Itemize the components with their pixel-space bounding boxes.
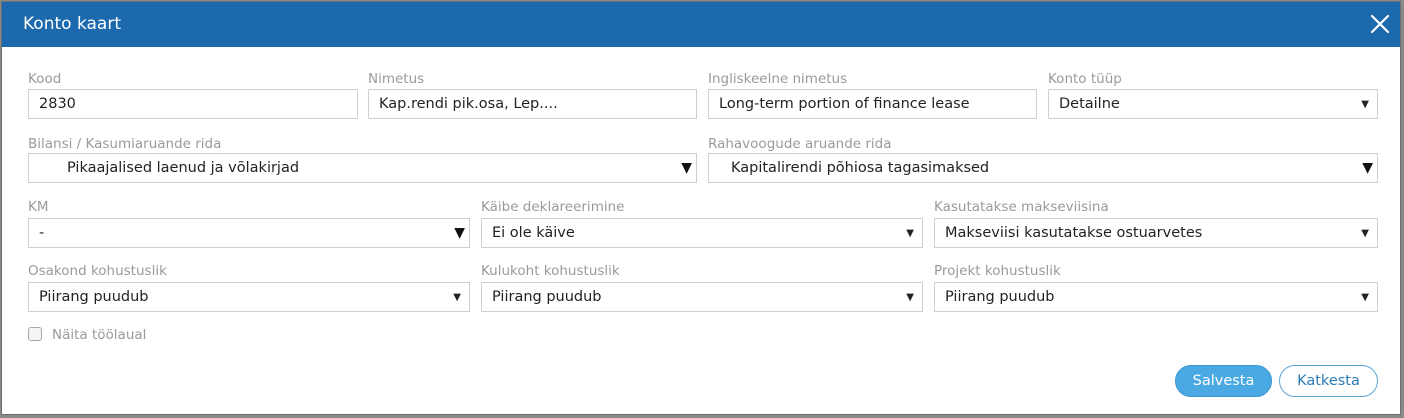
kaibe-label: Käibe deklareerimine: [481, 199, 625, 215]
km-select[interactable]: - ▼: [28, 218, 470, 248]
kulukoht-select[interactable]: Piirang puudub ▼: [481, 282, 923, 312]
projekt-label: Projekt kohustuslik: [934, 263, 1061, 279]
konto-tyyp-value: Detailne: [1059, 96, 1120, 112]
chevron-down-icon: ▼: [906, 228, 914, 239]
bilansi-select[interactable]: Pikaajalised laenud ja võlakirjad ▼: [28, 153, 697, 183]
km-value: -: [39, 225, 45, 241]
osakond-value: Piirang puudub: [39, 289, 149, 305]
account-card-dialog: Konto kaart Kood 2830 Nimetus Kap.rendi …: [1, 1, 1401, 415]
rahavoogude-value: Kapitalirendi põhiosa tagasimaksed: [731, 160, 990, 176]
chevron-down-icon: ▼: [453, 292, 461, 303]
rahavoogude-label: Rahavoogude aruande rida: [708, 136, 892, 152]
kood-label: Kood: [28, 71, 62, 87]
rahavoogude-select[interactable]: Kapitalirendi põhiosa tagasimaksed ▼: [708, 153, 1378, 183]
kaibe-select[interactable]: Ei ole käive ▼: [481, 218, 923, 248]
konto-tyyp-label: Konto tüüp: [1048, 71, 1122, 87]
dialog-titlebar: Konto kaart: [2, 2, 1400, 47]
bilansi-value: Pikaajalised laenud ja võlakirjad: [67, 160, 300, 176]
kood-value: 2830: [39, 96, 76, 112]
kulukoht-label: Kulukoht kohustuslik: [481, 263, 620, 279]
ingliskeelne-input[interactable]: Long-term portion of finance lease: [708, 89, 1037, 119]
makseviis-label: Kasutatakse makseviisina: [934, 199, 1109, 215]
ingliskeelne-value: Long-term portion of finance lease: [719, 96, 970, 112]
konto-tyyp-select[interactable]: Detailne ▼: [1048, 89, 1378, 119]
chevron-down-icon: ▼: [1361, 99, 1369, 110]
show-on-dashboard-checkbox[interactable]: [28, 327, 42, 341]
bilansi-label: Bilansi / Kasumiaruande rida: [28, 136, 222, 152]
chevron-down-icon: ▼: [454, 225, 465, 241]
close-icon[interactable]: [1370, 14, 1390, 34]
km-label: KM: [28, 199, 49, 215]
kulukoht-value: Piirang puudub: [492, 289, 602, 305]
chevron-down-icon: ▼: [681, 160, 692, 176]
nimetus-label: Nimetus: [368, 71, 425, 87]
save-button[interactable]: Salvesta: [1175, 365, 1272, 397]
osakond-label: Osakond kohustuslik: [28, 263, 167, 279]
kood-input[interactable]: 2830: [28, 89, 358, 119]
kaibe-value: Ei ole käive: [492, 225, 575, 241]
show-on-dashboard-label: Näita töölaual: [52, 327, 147, 343]
osakond-select[interactable]: Piirang puudub ▼: [28, 282, 470, 312]
chevron-down-icon: ▼: [1362, 160, 1373, 176]
cancel-button[interactable]: Katkesta: [1279, 365, 1378, 397]
dialog-title: Konto kaart: [23, 14, 121, 34]
makseviis-select[interactable]: Makseviisi kasutatakse ostuarvetes ▼: [934, 218, 1378, 248]
projekt-select[interactable]: Piirang puudub ▼: [934, 282, 1378, 312]
chevron-down-icon: ▼: [1361, 228, 1369, 239]
nimetus-input[interactable]: Kap.rendi pik.osa, Lep....: [368, 89, 697, 119]
chevron-down-icon: ▼: [906, 292, 914, 303]
projekt-value: Piirang puudub: [945, 289, 1055, 305]
makseviis-value: Makseviisi kasutatakse ostuarvetes: [945, 225, 1203, 241]
chevron-down-icon: ▼: [1361, 292, 1369, 303]
nimetus-value: Kap.rendi pik.osa, Lep....: [379, 96, 558, 112]
ingliskeelne-label: Ingliskeelne nimetus: [708, 71, 848, 87]
